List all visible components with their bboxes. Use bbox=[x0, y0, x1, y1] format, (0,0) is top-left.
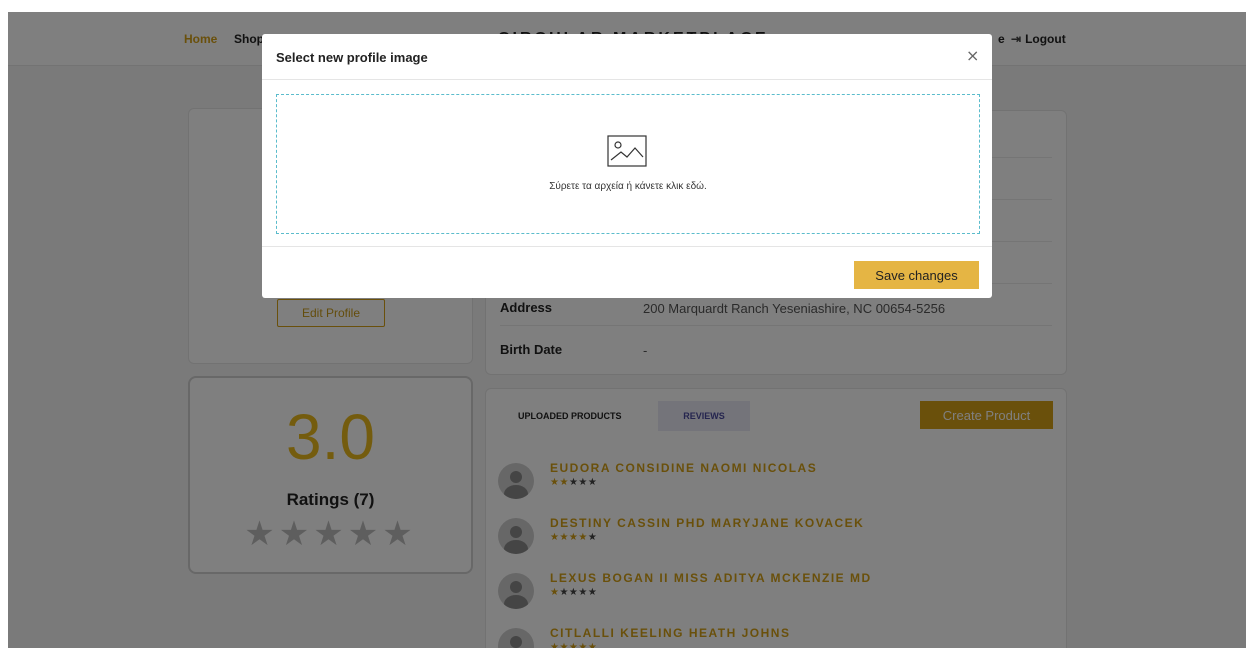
close-icon[interactable]: × bbox=[966, 46, 979, 65]
modal-header: Select new profile image × bbox=[262, 34, 992, 80]
image-dropzone[interactable]: Σύρετε τα αρχεία ή κάνετε κλικ εδώ. bbox=[276, 94, 980, 234]
app-frame: Home Shop CIRCULAR MARKETPLACE e ⇥Logout… bbox=[8, 12, 1246, 648]
save-changes-button[interactable]: Save changes bbox=[854, 261, 979, 289]
image-icon bbox=[607, 135, 647, 167]
dropzone-instructions: Σύρετε τα αρχεία ή κάνετε κλικ εδώ. bbox=[549, 181, 707, 192]
profile-image-modal: Select new profile image × Σύρετε τα αρχ… bbox=[262, 34, 992, 298]
modal-footer: Save changes bbox=[262, 246, 992, 298]
modal-title: Select new profile image bbox=[276, 50, 428, 65]
